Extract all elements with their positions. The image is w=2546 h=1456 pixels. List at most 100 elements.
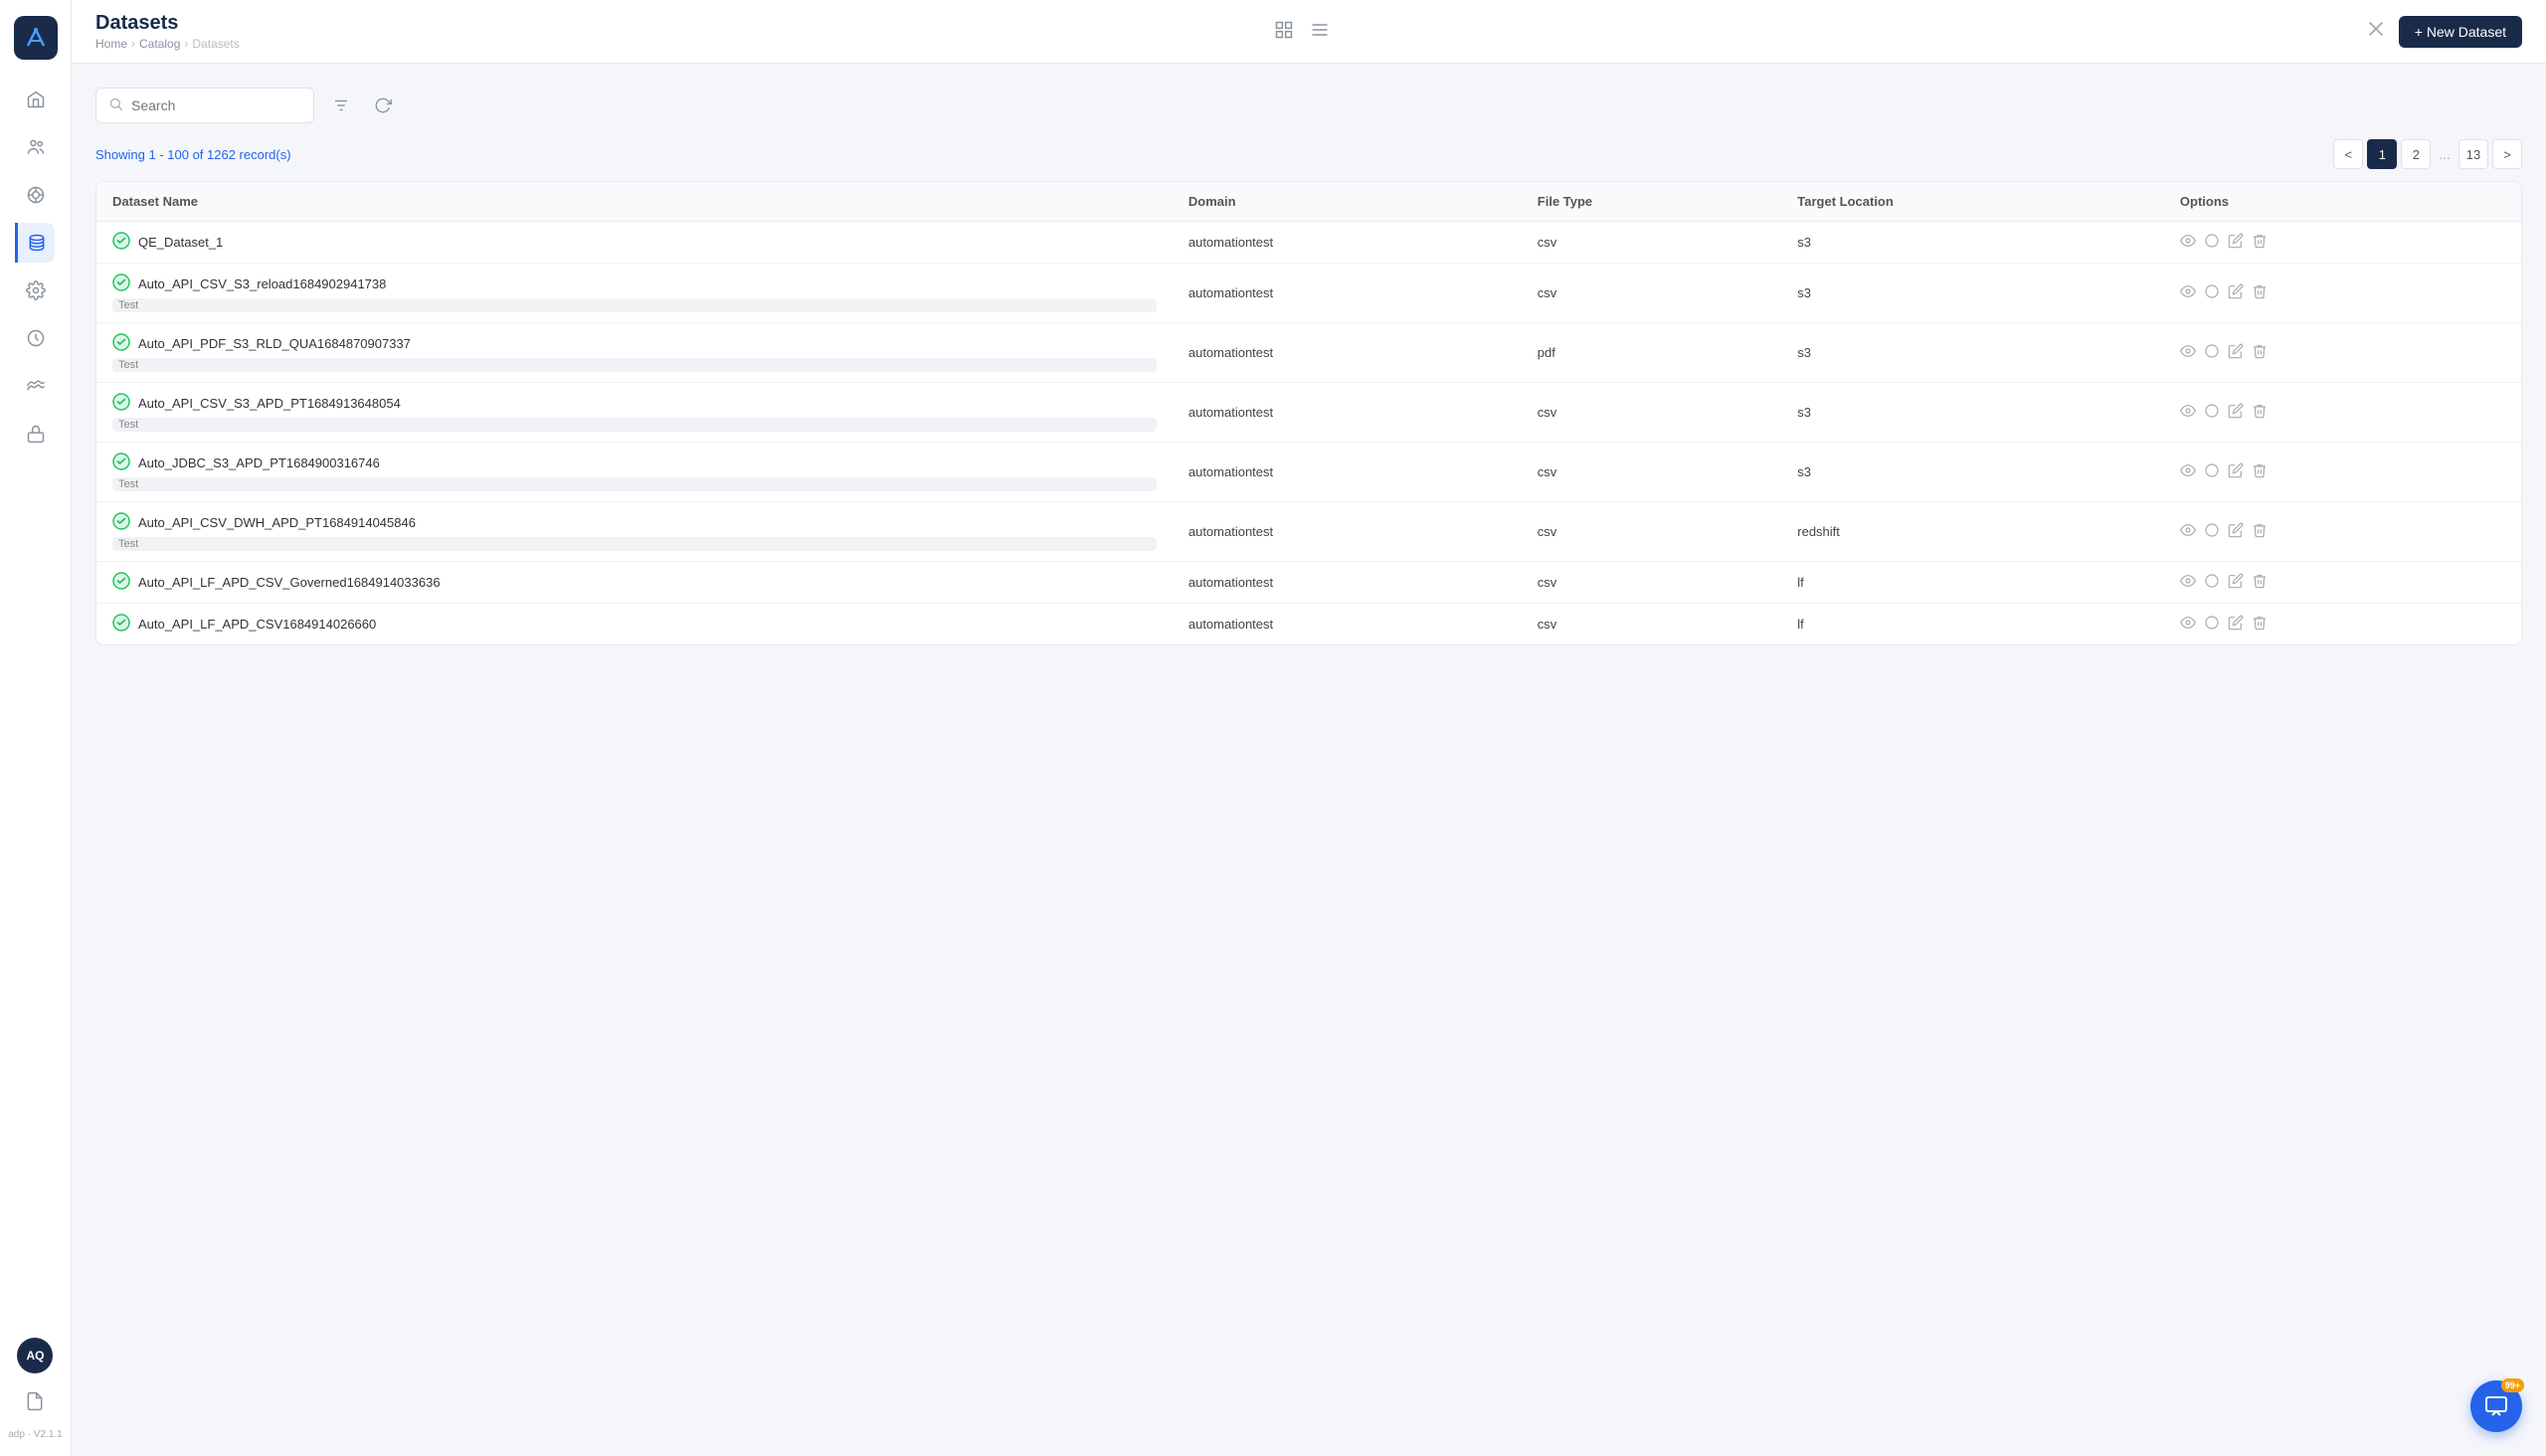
app-logo[interactable] xyxy=(14,16,58,60)
edit-icon[interactable] xyxy=(2228,615,2244,635)
search-icon xyxy=(108,96,123,114)
close-icon[interactable] xyxy=(2365,18,2387,45)
status-icon xyxy=(112,614,130,635)
table-row: Auto_API_PDF_S3_RLD_QUA1684870907337 Tes… xyxy=(96,323,2521,383)
status-icon xyxy=(112,393,130,414)
cell-domain: automationtest xyxy=(1173,562,1522,604)
dataset-name-text[interactable]: Auto_API_CSV_DWH_APD_PT1684914045846 xyxy=(138,515,416,530)
cell-options xyxy=(2164,222,2521,264)
pagination-page-13[interactable]: 13 xyxy=(2458,139,2488,169)
clone-icon[interactable] xyxy=(2204,233,2220,253)
delete-icon[interactable] xyxy=(2252,233,2268,253)
cell-options xyxy=(2164,443,2521,502)
cell-domain: automationtest xyxy=(1173,264,1522,323)
breadcrumb-home[interactable]: Home xyxy=(95,37,127,51)
clone-icon[interactable] xyxy=(2204,343,2220,363)
delete-icon[interactable] xyxy=(2252,615,2268,635)
main-content: Datasets Home › Catalog › Datasets + New… xyxy=(72,0,2546,1456)
cell-target: lf xyxy=(1781,562,2164,604)
table-row: Auto_API_CSV_S3_reload1684902941738 Test… xyxy=(96,264,2521,323)
cell-target: s3 xyxy=(1781,383,2164,443)
view-icon[interactable] xyxy=(2180,403,2196,423)
cell-domain: automationtest xyxy=(1173,323,1522,383)
clone-icon[interactable] xyxy=(2204,615,2220,635)
records-info-row: Showing 1 - 100 of 1262 record(s) < 1 2 … xyxy=(95,139,2522,169)
view-icon[interactable] xyxy=(2180,615,2196,635)
edit-icon[interactable] xyxy=(2228,403,2244,423)
dataset-name-text[interactable]: QE_Dataset_1 xyxy=(138,235,223,250)
sidebar-item-settings[interactable] xyxy=(16,271,56,310)
sidebar-item-doc[interactable] xyxy=(15,1381,55,1421)
dataset-name-text[interactable]: Auto_API_PDF_S3_RLD_QUA1684870907337 xyxy=(138,336,411,351)
cell-target: redshift xyxy=(1781,502,2164,562)
cell-file-type: csv xyxy=(1522,264,1781,323)
cell-file-type: csv xyxy=(1522,502,1781,562)
delete-icon[interactable] xyxy=(2252,573,2268,593)
toolbar xyxy=(95,88,2522,123)
delete-icon[interactable] xyxy=(2252,522,2268,542)
view-icon[interactable] xyxy=(2180,522,2196,542)
dataset-name-text[interactable]: Auto_API_CSV_S3_APD_PT1684913648054 xyxy=(138,396,401,411)
search-input[interactable] xyxy=(131,97,301,113)
chat-fab[interactable]: 99+ xyxy=(2470,1380,2522,1432)
edit-icon[interactable] xyxy=(2228,522,2244,542)
list-view-icon[interactable] xyxy=(1310,20,1330,43)
new-dataset-button[interactable]: + New Dataset xyxy=(2399,16,2522,48)
cell-file-type: csv xyxy=(1522,443,1781,502)
edit-icon[interactable] xyxy=(2228,462,2244,482)
sidebar-item-bag[interactable] xyxy=(16,414,56,454)
avatar[interactable]: AQ xyxy=(17,1338,53,1373)
delete-icon[interactable] xyxy=(2252,403,2268,423)
dataset-name-text[interactable]: Auto_API_LF_APD_CSV1684914026660 xyxy=(138,617,376,632)
cell-options xyxy=(2164,323,2521,383)
table-row: Auto_JDBC_S3_APD_PT1684900316746 Test au… xyxy=(96,443,2521,502)
refresh-button[interactable] xyxy=(368,91,398,120)
view-icon[interactable] xyxy=(2180,573,2196,593)
cell-name: Auto_API_PDF_S3_RLD_QUA1684870907337 Tes… xyxy=(96,323,1173,383)
pagination-page-1[interactable]: 1 xyxy=(2367,139,2397,169)
cell-options xyxy=(2164,383,2521,443)
sidebar-item-schedule[interactable] xyxy=(16,318,56,358)
topbar-center xyxy=(1274,20,1330,43)
clone-icon[interactable] xyxy=(2204,522,2220,542)
topbar: Datasets Home › Catalog › Datasets + New… xyxy=(72,0,2546,64)
sidebar-item-users[interactable] xyxy=(16,127,56,167)
cell-domain: automationtest xyxy=(1173,383,1522,443)
clone-icon[interactable] xyxy=(2204,573,2220,593)
pagination-next[interactable]: > xyxy=(2492,139,2522,169)
pagination-prev[interactable]: < xyxy=(2333,139,2363,169)
delete-icon[interactable] xyxy=(2252,462,2268,482)
edit-icon[interactable] xyxy=(2228,233,2244,253)
clone-icon[interactable] xyxy=(2204,403,2220,423)
cell-file-type: csv xyxy=(1522,222,1781,264)
dataset-name-text[interactable]: Auto_API_CSV_S3_reload1684902941738 xyxy=(138,276,386,291)
delete-icon[interactable] xyxy=(2252,283,2268,303)
cell-options xyxy=(2164,562,2521,604)
delete-icon[interactable] xyxy=(2252,343,2268,363)
edit-icon[interactable] xyxy=(2228,343,2244,363)
clone-icon[interactable] xyxy=(2204,283,2220,303)
cell-name: Auto_API_CSV_S3_APD_PT1684913648054 Test xyxy=(96,383,1173,443)
grid-view-icon[interactable] xyxy=(1274,20,1294,43)
pagination-page-2[interactable]: 2 xyxy=(2401,139,2431,169)
sidebar-item-datasets[interactable] xyxy=(15,223,55,263)
cell-name: Auto_API_CSV_S3_reload1684902941738 Test xyxy=(96,264,1173,323)
view-icon[interactable] xyxy=(2180,462,2196,482)
view-icon[interactable] xyxy=(2180,343,2196,363)
cell-domain: automationtest xyxy=(1173,604,1522,645)
view-icon[interactable] xyxy=(2180,233,2196,253)
sidebar: AQ adp · V2.1.1 xyxy=(0,0,72,1456)
view-icon[interactable] xyxy=(2180,283,2196,303)
page-title: Datasets xyxy=(95,12,240,35)
col-options: Options xyxy=(2164,182,2521,222)
filter-button[interactable] xyxy=(326,91,356,120)
edit-icon[interactable] xyxy=(2228,283,2244,303)
dataset-name-text[interactable]: Auto_JDBC_S3_APD_PT1684900316746 xyxy=(138,455,380,470)
sidebar-item-waves[interactable] xyxy=(16,366,56,406)
sidebar-item-quality[interactable] xyxy=(16,175,56,215)
sidebar-item-home[interactable] xyxy=(16,80,56,119)
breadcrumb-catalog[interactable]: Catalog xyxy=(139,37,180,51)
clone-icon[interactable] xyxy=(2204,462,2220,482)
edit-icon[interactable] xyxy=(2228,573,2244,593)
dataset-name-text[interactable]: Auto_API_LF_APD_CSV_Governed168491403363… xyxy=(138,575,441,590)
